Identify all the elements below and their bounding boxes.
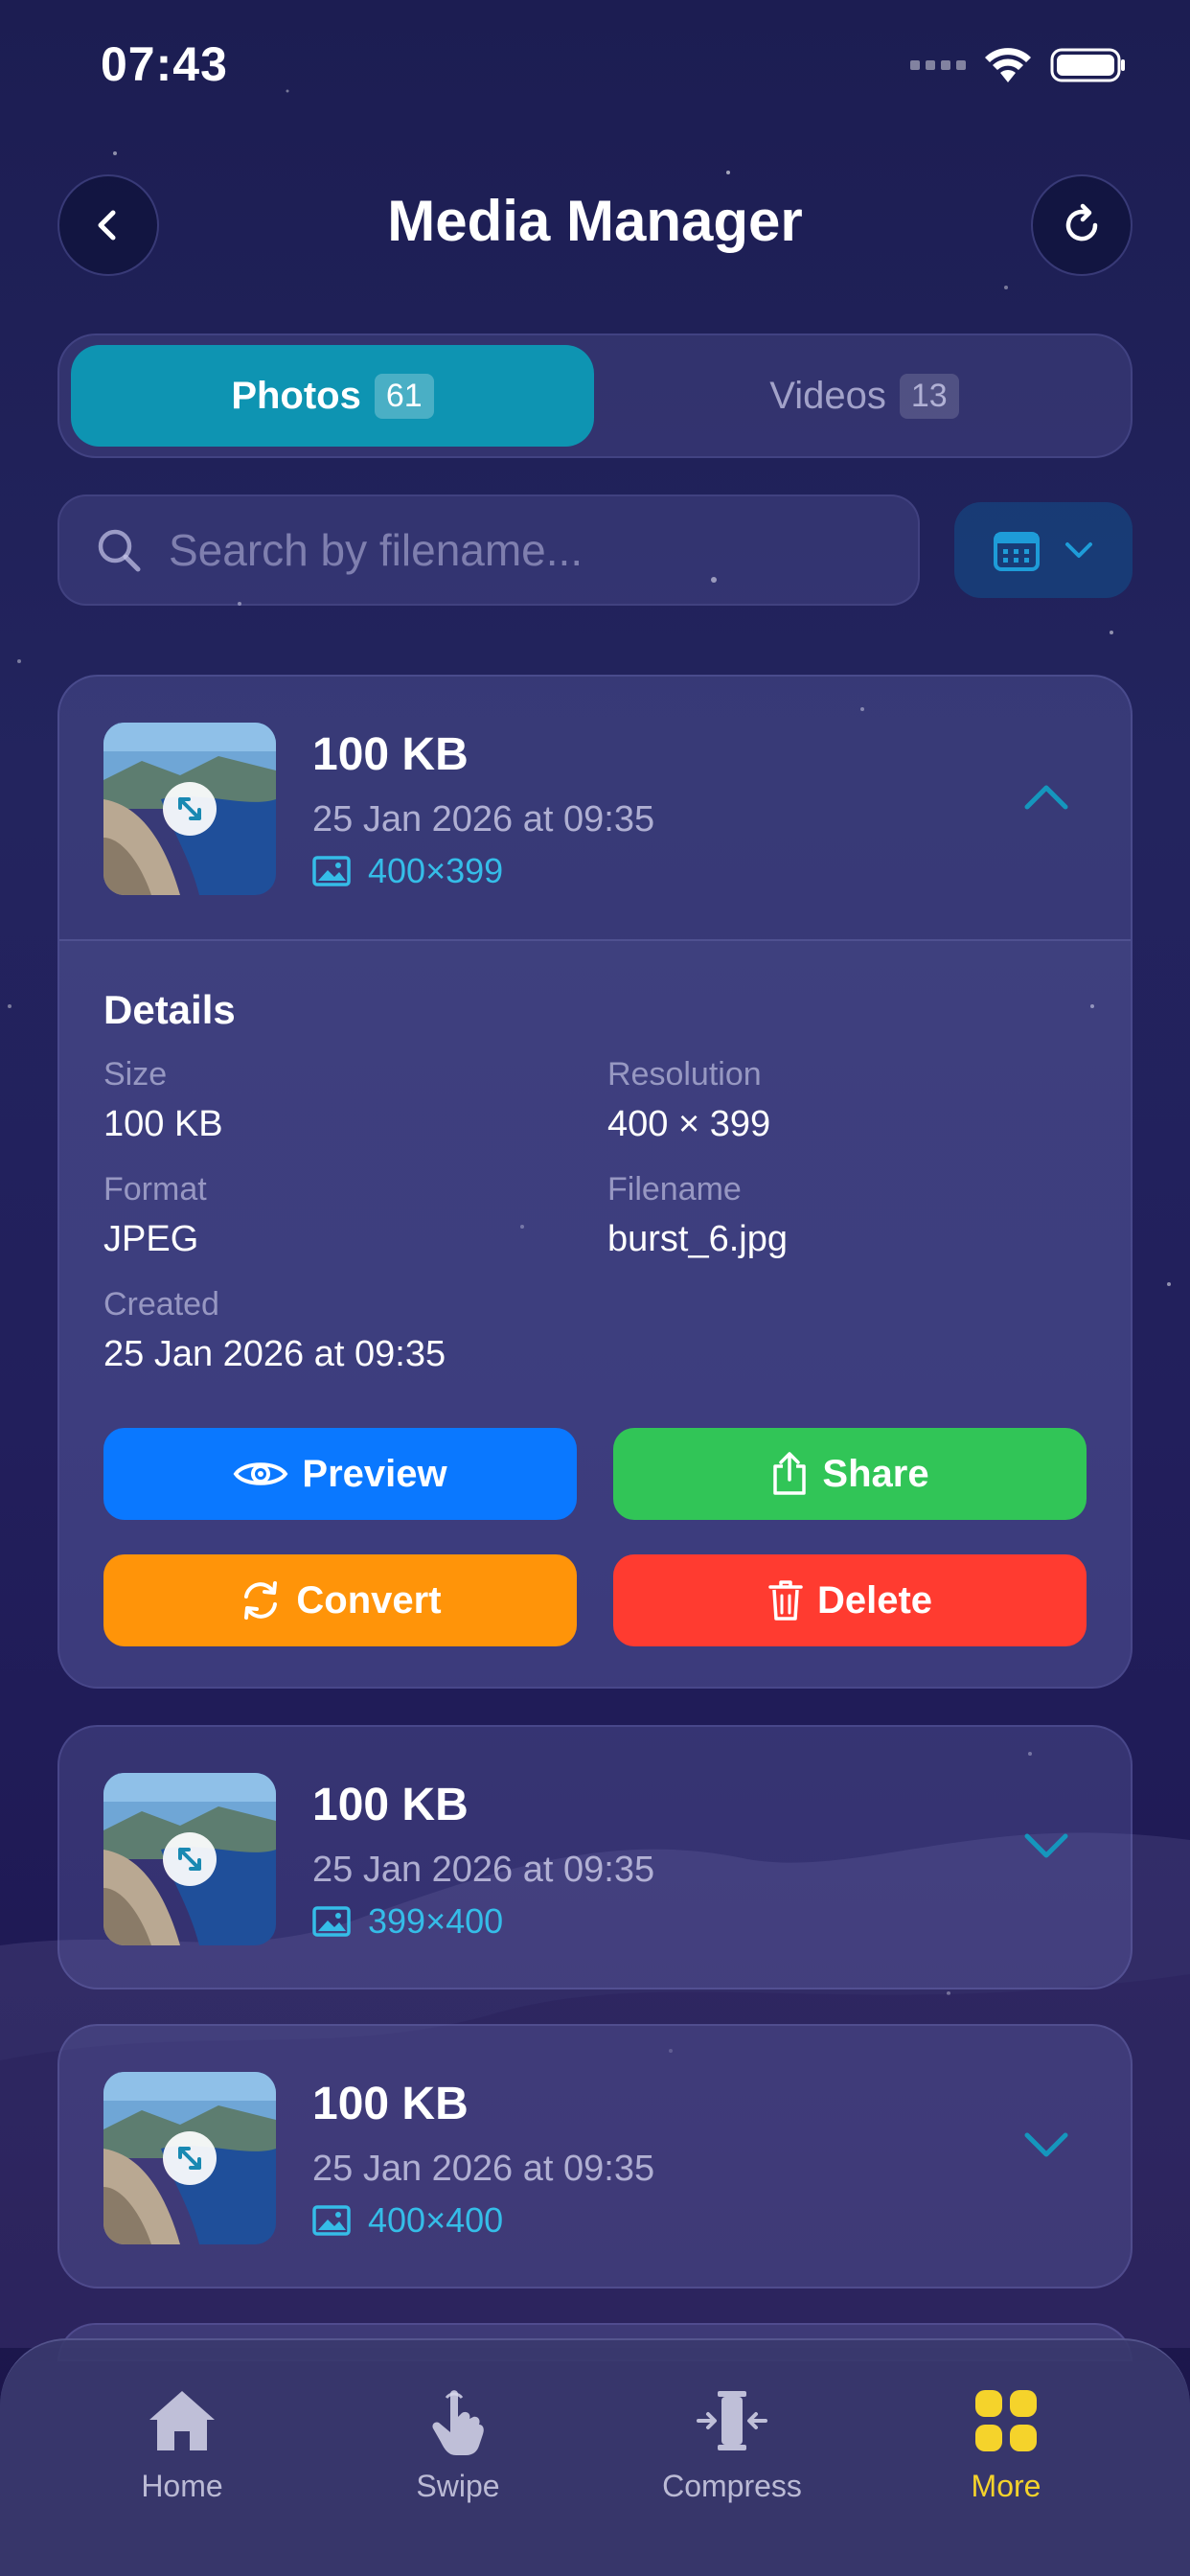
search-bar xyxy=(57,494,920,606)
created-value: 25 Jan 2026 at 09:35 xyxy=(103,1334,446,1374)
media-type-segmented-control: Photos 61 Videos 13 xyxy=(57,334,1133,458)
tab-videos-label: Videos xyxy=(769,374,886,417)
media-date: 25 Jan 2026 at 09:35 xyxy=(312,1850,655,1890)
refresh-icon xyxy=(1065,203,1098,242)
page-title: Media Manager xyxy=(387,189,803,253)
expand-icon xyxy=(178,2147,201,2170)
wifi-icon xyxy=(985,48,1031,82)
trash-icon xyxy=(768,1580,803,1621)
bottom-tab-bar: Home Swipe Compress More xyxy=(0,2338,1190,2576)
filename-label: Filename xyxy=(607,1171,742,1208)
created-label: Created xyxy=(103,1286,219,1322)
swipe-icon xyxy=(432,2390,484,2455)
media-date: 25 Jan 2026 at 09:35 xyxy=(312,2149,655,2189)
convert-label: Convert xyxy=(296,1578,442,1622)
signal-icon xyxy=(910,60,966,70)
preview-button[interactable]: Preview xyxy=(103,1428,577,1520)
details-title: Details xyxy=(103,987,236,1032)
tab-compress-label: Compress xyxy=(662,2469,802,2503)
expand-icon xyxy=(178,1848,201,1871)
home-icon xyxy=(149,2391,215,2450)
search-input[interactable] xyxy=(169,524,897,576)
media-resolution-text: 400×399 xyxy=(368,851,504,890)
photo-thumbnail[interactable] xyxy=(103,1773,276,1945)
share-label: Share xyxy=(822,1452,929,1495)
tab-compress[interactable]: Compress xyxy=(636,2382,828,2504)
media-card-header[interactable]: 100 KB 25 Jan 2026 at 09:35 400×399 xyxy=(59,677,1131,939)
format-value: JPEG xyxy=(103,1219,199,1259)
chevron-down-icon[interactable] xyxy=(1023,1832,1069,1861)
format-label: Format xyxy=(103,1171,207,1208)
image-icon xyxy=(312,2205,351,2236)
preview-label: Preview xyxy=(302,1452,447,1495)
tab-videos[interactable]: Videos 13 xyxy=(606,345,1123,447)
media-resolution: 399×400 xyxy=(312,1901,503,1942)
tab-more[interactable]: More xyxy=(910,2382,1102,2504)
image-icon xyxy=(312,1906,351,1937)
more-icon xyxy=(975,2390,1037,2451)
size-value: 100 KB xyxy=(103,1104,223,1144)
media-card-header[interactable]: 100 KB 25 Jan 2026 at 09:35 399×400 xyxy=(59,1727,1131,1988)
media-card: 100 KB 25 Jan 2026 at 09:35 400×400 xyxy=(57,2024,1133,2288)
tab-swipe[interactable]: Swipe xyxy=(362,2382,554,2504)
share-icon xyxy=(773,1452,807,1495)
tab-swipe-label: Swipe xyxy=(416,2469,500,2503)
media-details-panel: Details Size 100 KB Resolution 400 × 399… xyxy=(59,939,1131,1687)
expand-icon xyxy=(178,797,201,820)
tab-photos-count: 61 xyxy=(374,373,434,419)
image-icon xyxy=(312,856,351,886)
tab-videos-count: 13 xyxy=(899,373,959,419)
delete-button[interactable]: Delete xyxy=(613,1554,1087,1646)
media-size: 100 KB xyxy=(312,2079,469,2129)
tab-photos-label: Photos xyxy=(231,374,361,417)
status-time: 07:43 xyxy=(101,37,228,91)
media-size: 100 KB xyxy=(312,1780,469,1830)
convert-button[interactable]: Convert xyxy=(103,1554,577,1646)
media-date: 25 Jan 2026 at 09:35 xyxy=(312,799,655,840)
resolution-label: Resolution xyxy=(607,1056,762,1092)
battery-icon xyxy=(1050,48,1125,82)
resolution-value: 400 × 399 xyxy=(607,1104,771,1144)
share-button[interactable]: Share xyxy=(613,1428,1087,1520)
delete-label: Delete xyxy=(816,1578,933,1622)
status-icons xyxy=(910,46,1127,84)
media-size: 100 KB xyxy=(312,729,469,780)
tab-home[interactable]: Home xyxy=(86,2382,278,2504)
tab-photos[interactable]: Photos 61 xyxy=(71,345,594,447)
tab-more-label: More xyxy=(971,2469,1041,2503)
convert-icon xyxy=(244,1581,278,1620)
media-resolution: 400×400 xyxy=(312,2200,503,2241)
media-card-header[interactable]: 100 KB 25 Jan 2026 at 09:35 400×400 xyxy=(59,2026,1131,2287)
chevron-down-icon xyxy=(1065,542,1092,558)
chevron-down-icon[interactable] xyxy=(1023,2131,1069,2160)
date-filter-button[interactable] xyxy=(954,502,1133,598)
photo-thumbnail[interactable] xyxy=(103,2072,276,2244)
compress-icon xyxy=(697,2391,767,2450)
media-resolution-text: 399×400 xyxy=(368,1901,504,1941)
size-label: Size xyxy=(103,1056,168,1092)
calendar-icon xyxy=(994,532,1040,571)
media-resolution: 400×399 xyxy=(312,851,503,891)
media-resolution-text: 400×400 xyxy=(368,2200,504,2240)
eye-icon xyxy=(233,1462,288,1485)
media-card: 100 KB 25 Jan 2026 at 09:35 399×400 xyxy=(57,1725,1133,1990)
expand-badge xyxy=(163,782,217,836)
filename-value: burst_6.jpg xyxy=(607,1219,789,1259)
search-icon xyxy=(98,529,141,572)
expand-badge xyxy=(163,2131,217,2185)
photo-thumbnail[interactable] xyxy=(103,723,276,895)
media-card: 100 KB 25 Jan 2026 at 09:35 400×399 Deta… xyxy=(57,675,1133,1689)
refresh-button[interactable] xyxy=(1031,174,1133,276)
status-bar: 07:43 xyxy=(0,0,1190,134)
chevron-up-icon[interactable] xyxy=(1023,782,1069,811)
expand-badge xyxy=(163,1832,217,1886)
tab-home-label: Home xyxy=(141,2469,223,2503)
